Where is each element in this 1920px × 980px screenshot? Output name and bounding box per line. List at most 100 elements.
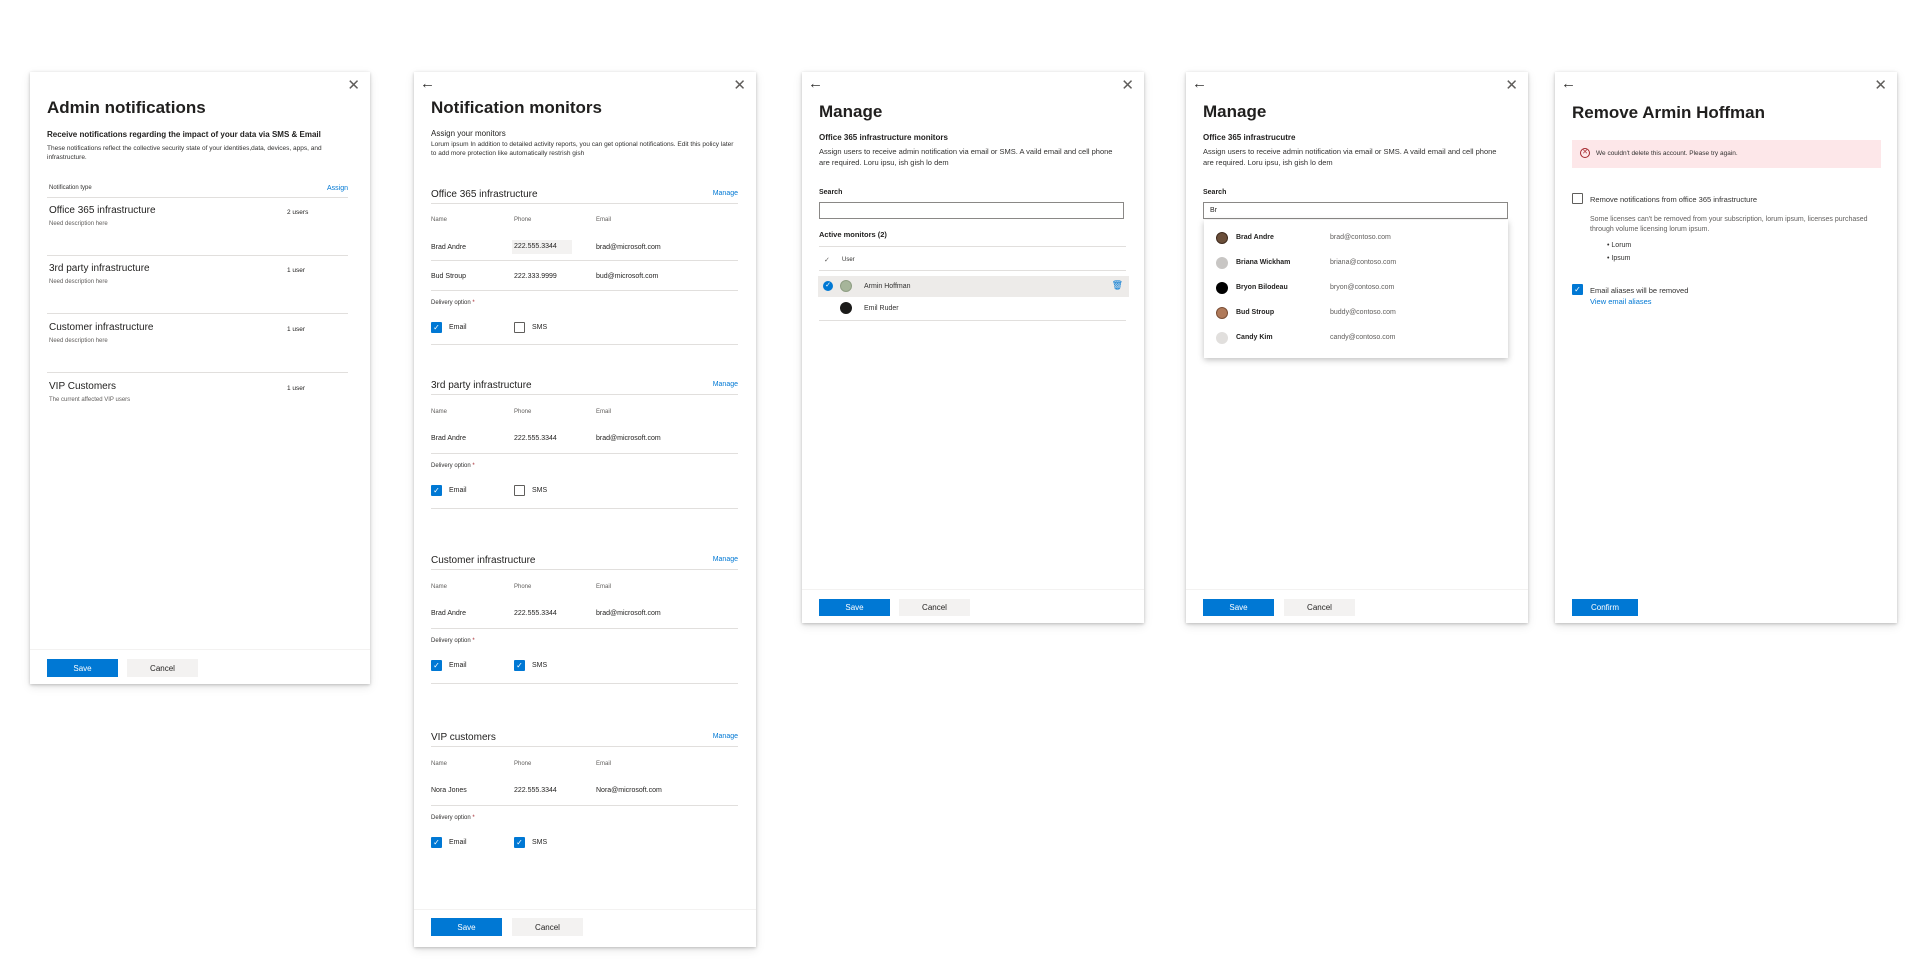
close-icon[interactable]: ✕ <box>347 76 360 94</box>
save-button[interactable]: Save <box>47 659 118 677</box>
item-description: Need description here <box>49 338 108 344</box>
back-arrow-icon[interactable]: ← <box>1561 75 1576 92</box>
list-item[interactable]: Office 365 infrastructure Need descripti… <box>47 205 347 255</box>
trash-icon[interactable]: 🗑 <box>1112 280 1123 291</box>
back-arrow-icon[interactable]: ← <box>420 75 435 92</box>
email-aliases-checkbox[interactable] <box>1572 284 1583 295</box>
cancel-button[interactable]: Cancel <box>899 599 970 616</box>
result-name: Brad Andre <box>1236 234 1274 241</box>
email-checkbox[interactable] <box>431 837 442 848</box>
section-title: Office 365 infrastructure <box>431 189 538 200</box>
close-icon[interactable]: ✕ <box>1874 76 1887 94</box>
email-checkbox[interactable] <box>431 660 442 671</box>
panel-title: Manage <box>1203 102 1267 121</box>
list-item[interactable]: Customer infrastructure Need description… <box>47 322 347 372</box>
sms-checkbox[interactable] <box>514 322 525 333</box>
cancel-button[interactable]: Cancel <box>1284 599 1355 616</box>
confirm-button[interactable]: Confirm <box>1572 599 1638 616</box>
item-name: Customer infrastructure <box>49 322 154 333</box>
section-title: Customer infrastructure <box>431 555 536 566</box>
close-icon[interactable]: ✕ <box>1505 76 1518 94</box>
sms-checkbox-label: SMS <box>532 324 548 331</box>
active-monitors-label: Active monitors (2) <box>819 230 887 239</box>
email-checkbox[interactable] <box>431 485 442 496</box>
manage-search-panel: ← ✕ Manage Office 365 infrastrucutre Ass… <box>1186 72 1528 623</box>
close-icon[interactable]: ✕ <box>733 76 746 94</box>
list-item[interactable]: 3rd party infrastructure Need descriptio… <box>47 263 347 313</box>
column-header-name: Name <box>431 217 448 223</box>
search-input[interactable]: Br <box>1203 202 1508 219</box>
list-item[interactable]: VIP Customers The current affected VIP u… <box>47 381 347 431</box>
column-header-email: Email <box>596 217 612 223</box>
column-header-phone: Phone <box>514 761 532 767</box>
avatar <box>1216 282 1228 294</box>
panel-description: Assign users to receive admin notificati… <box>819 147 1113 167</box>
email-checkbox-label: Email <box>449 324 467 331</box>
item-count: 1 user <box>287 326 306 333</box>
row-phone: 222.333.9999 <box>514 273 557 280</box>
result-name: Briana Wickham <box>1236 259 1291 266</box>
sms-checkbox-label: SMS <box>532 839 548 846</box>
admin-notifications-panel: ✕ Admin notifications Receive notificati… <box>30 72 370 684</box>
panel-subtitle: Receive notifications regarding the impa… <box>47 130 321 139</box>
panel-description: These notifications reflect the collecti… <box>47 145 322 161</box>
cancel-button[interactable]: Cancel <box>512 918 583 936</box>
column-header-name: Name <box>431 761 448 767</box>
avatar <box>840 280 852 292</box>
list-item[interactable]: Brad Andre brad@contoso.com <box>1204 226 1508 251</box>
list-item[interactable]: Briana Wickham briana@contoso.com <box>1204 251 1508 276</box>
sms-checkbox[interactable] <box>514 837 525 848</box>
row-phone: 222.555.3344 <box>514 435 557 442</box>
save-button[interactable]: Save <box>819 599 890 616</box>
list-item[interactable]: Bud Stroup buddy@contoso.com <box>1204 301 1508 326</box>
avatar <box>840 302 852 314</box>
avatar <box>1216 257 1228 269</box>
result-email: candy@contoso.com <box>1330 334 1396 341</box>
table-row[interactable]: Emil Ruder <box>818 298 1129 319</box>
column-header-phone: Phone <box>514 217 532 223</box>
item-count: 1 user <box>287 267 306 274</box>
result-email: buddy@contoso.com <box>1330 309 1396 316</box>
manage-link[interactable]: Manage <box>713 556 738 563</box>
save-button[interactable]: Save <box>1203 599 1274 616</box>
list-item[interactable]: Bryon Bilodeau bryon@contoso.com <box>1204 276 1508 301</box>
search-label: Search <box>819 189 843 196</box>
save-button[interactable]: Save <box>431 918 502 936</box>
back-arrow-icon[interactable]: ← <box>808 75 823 92</box>
select-all-checkmark-icon[interactable]: ✓ <box>824 256 830 264</box>
licenses-description: Some licenses can't be removed from your… <box>1590 216 1868 233</box>
cancel-button[interactable]: Cancel <box>127 659 198 677</box>
avatar <box>1216 332 1228 344</box>
back-arrow-icon[interactable]: ← <box>1192 75 1207 92</box>
panel-title: Notification monitors <box>431 98 602 117</box>
sms-checkbox-label: SMS <box>532 662 548 669</box>
manage-link[interactable]: Manage <box>713 381 738 388</box>
search-input[interactable] <box>819 202 1124 219</box>
panel-description: Assign users to receive admin notificati… <box>1203 147 1497 167</box>
sms-checkbox[interactable] <box>514 660 525 671</box>
manage-link[interactable]: Manage <box>713 190 738 197</box>
selected-checkmark-icon[interactable]: ✓ <box>823 281 833 291</box>
list-item[interactable]: Candy Kim candy@contoso.com <box>1204 326 1508 351</box>
phone-field[interactable]: 222.555.3344 <box>512 240 572 254</box>
remove-notifications-checkbox[interactable] <box>1572 193 1583 204</box>
row-name: Brad Andre <box>431 610 467 617</box>
sms-checkbox[interactable] <box>514 485 525 496</box>
table-row[interactable]: ✓ Armin Hoffman 🗑 <box>818 276 1129 297</box>
result-email: briana@contoso.com <box>1330 259 1397 266</box>
close-icon[interactable]: ✕ <box>1121 76 1134 94</box>
panel-title: Remove Armin Hoffman <box>1572 103 1766 122</box>
view-email-aliases-link[interactable]: View email aliases <box>1590 297 1652 306</box>
panel-subtitle: Assign your monitors <box>431 129 506 138</box>
column-header-email: Email <box>596 584 612 590</box>
assign-link[interactable]: Assign <box>327 185 348 192</box>
section-title: 3rd party infrastructure <box>431 380 532 391</box>
email-checkbox-label: Email <box>449 839 467 846</box>
manage-link[interactable]: Manage <box>713 733 738 740</box>
panel-subtitle: Office 365 infrastructure monitors <box>819 133 948 142</box>
email-checkbox[interactable] <box>431 322 442 333</box>
error-message-bar: ✕ We couldn't delete this account. Pleas… <box>1572 140 1881 168</box>
item-name: VIP Customers <box>49 381 117 392</box>
result-email: bryon@contoso.com <box>1330 284 1395 291</box>
item-name: Office 365 infrastructure <box>49 205 156 216</box>
